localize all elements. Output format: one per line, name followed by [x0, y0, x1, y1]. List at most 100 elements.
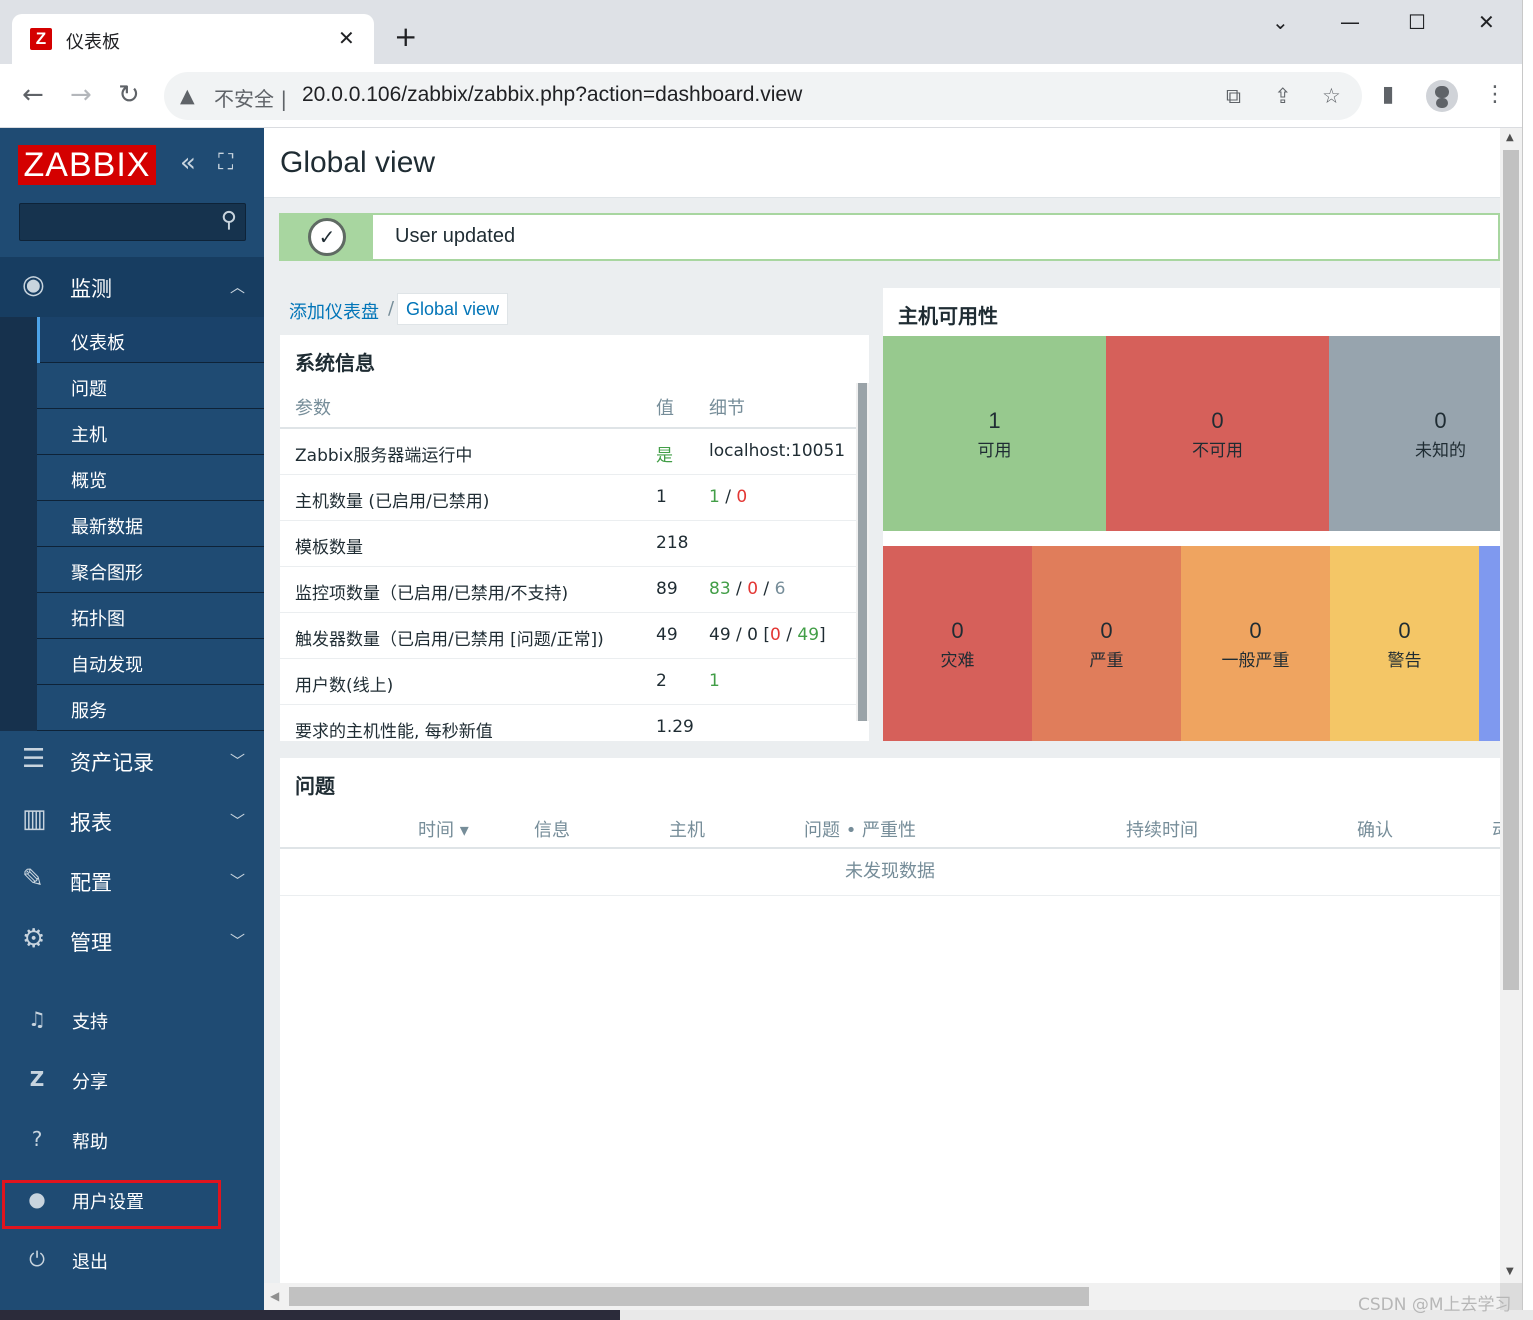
breadcrumb-parent[interactable]: 添加仪表盘	[289, 298, 379, 324]
menu-monitoring[interactable]: ◉ 监测 ︿	[0, 257, 264, 317]
message-text: User updated	[395, 225, 516, 247]
maximize-button[interactable]: ☐	[1408, 10, 1426, 34]
severity-tile[interactable]	[1479, 546, 1500, 741]
column-header-ack: 确认	[1357, 820, 1393, 841]
sidebar-item-problems[interactable]: 问题	[37, 363, 264, 409]
column-header-parameter: 参数	[295, 398, 331, 419]
browser-toolbar: ← → ↻ ▲ 不安全 | 20.0.0.106/zabbix/zabbix.p…	[0, 64, 1522, 128]
tile-count: 0	[1100, 618, 1113, 643]
table-row: 主机数量 (已启用/已禁用) 1 1 / 0	[280, 475, 856, 521]
menu-configuration[interactable]: ✎ 配置 ﹀	[0, 851, 264, 911]
severity-tile[interactable]: 0 严重	[1032, 546, 1181, 741]
csdn-watermark: CSDN @M上去学习	[1358, 1295, 1512, 1315]
sidebar-item-screens[interactable]: 聚合图形	[37, 547, 264, 593]
sidebar-sign-out[interactable]: ⏻ 退出	[0, 1231, 264, 1291]
bookmark-star-icon[interactable]: ☆	[1322, 84, 1341, 108]
url-text[interactable]: 20.0.0.106/zabbix/zabbix.php?action=dash…	[302, 83, 802, 107]
sidebar-item-label: 概览	[71, 471, 107, 492]
chevron-up-icon: ︿	[230, 278, 246, 296]
side-panel-icon[interactable]: ▮	[1382, 82, 1394, 107]
tab-search-icon[interactable]: ⌄	[1272, 10, 1289, 34]
collapse-sidebar-icon[interactable]: «	[180, 148, 196, 178]
availability-tile[interactable]: 1 可用	[883, 336, 1106, 531]
menu-inventory-label: 资产记录	[70, 751, 154, 775]
back-arrow-icon[interactable]: ←	[22, 80, 44, 110]
profile-avatar-icon[interactable]	[1426, 80, 1458, 112]
page-vertical-scrollbar[interactable]: ▲ ▼	[1500, 128, 1522, 1283]
menu-administration[interactable]: ⚙ 管理 ﹀	[0, 911, 264, 971]
sidebar-item-maps[interactable]: 拓扑图	[37, 593, 264, 639]
tile-count: 0	[1211, 408, 1224, 433]
sidebar-item-hosts[interactable]: 主机	[37, 409, 264, 455]
availability-tile[interactable]: 0 不可用	[1106, 336, 1329, 531]
column-header-host[interactable]: 主机	[669, 816, 705, 842]
more-menu-icon[interactable]: ⋮	[1484, 82, 1506, 107]
close-window-button[interactable]: ✕	[1478, 10, 1495, 34]
severity-tile[interactable]: 0 灾难	[883, 546, 1032, 741]
severity-tile[interactable]: 0 一般严重	[1181, 546, 1330, 741]
sidebar: ZABBIX « ⛶ ⚲ ◉ 监测 ︿ 仪表板 问题 主机 概览 最新数据 聚合…	[0, 128, 264, 1310]
sidebar-item-dashboard[interactable]: 仪表板	[37, 317, 264, 363]
page-horizontal-scrollbar[interactable]: ◀	[264, 1283, 1500, 1310]
not-secure-warning-icon[interactable]: ▲	[180, 85, 195, 107]
forward-arrow-icon[interactable]: →	[70, 80, 92, 110]
scroll-down-icon[interactable]: ▼	[1506, 1266, 1514, 1277]
breadcrumb-current[interactable]: Global view	[397, 293, 509, 325]
zabbix-favicon-icon: Z	[30, 28, 52, 50]
browser-titlebar: Z 仪表板 ✕ + ⌄ — ☐ ✕	[0, 0, 1522, 64]
availability-tile[interactable]: 0 未知的	[1329, 336, 1500, 531]
page-header: Global view	[264, 128, 1500, 198]
menu-inventory[interactable]: ☰ 资产记录 ﹀	[0, 731, 264, 791]
row-parameter: 用户数(线上)	[295, 676, 394, 696]
row-parameter: 主机数量 (已启用/已禁用)	[295, 492, 490, 512]
widget-scrollbar-thumb[interactable]	[858, 383, 867, 721]
menu-administration-label: 管理	[70, 931, 112, 955]
address-bar[interactable]: ▲ 不安全 | 20.0.0.106/zabbix/zabbix.php?act…	[164, 72, 1362, 120]
row-detail: 1 / 0	[709, 487, 748, 507]
tab-close-icon[interactable]: ✕	[338, 26, 355, 50]
sidebar-item-services[interactable]: 服务	[37, 685, 264, 731]
background-window-strip	[1522, 0, 1533, 1320]
kiosk-mode-icon[interactable]: ⛶	[218, 150, 233, 175]
row-value: 218	[656, 533, 689, 553]
reload-icon[interactable]: ↻	[118, 80, 140, 110]
browser-tab[interactable]: Z 仪表板 ✕	[12, 14, 374, 64]
widget-title: 主机可用性	[898, 304, 998, 328]
security-label[interactable]: 不安全 |	[214, 83, 287, 112]
sidebar-item-discovery[interactable]: 自动发现	[37, 639, 264, 685]
row-detail: localhost:10051	[709, 441, 846, 461]
sidebar-help[interactable]: ? 帮助	[0, 1111, 264, 1171]
severity-tile[interactable]: 0 警告	[1330, 546, 1479, 741]
sidebar-search-input[interactable]: ⚲	[19, 203, 246, 241]
row-parameter: 模板数量	[295, 538, 363, 558]
share-icon[interactable]: ⇪	[1274, 84, 1292, 108]
sidebar-support[interactable]: ♫ 支持	[0, 991, 264, 1051]
list-icon: ☰	[22, 744, 46, 774]
tile-label: 警告	[1387, 651, 1422, 671]
minimize-button[interactable]: —	[1340, 10, 1360, 34]
power-icon: ⏻	[29, 1247, 45, 1271]
widget-scrollbar[interactable]	[856, 383, 869, 721]
scroll-left-icon[interactable]: ◀	[270, 1289, 279, 1303]
sidebar-sign-out-label: 退出	[72, 1252, 108, 1273]
column-header-problem-severity[interactable]: 问题 • 严重性	[804, 816, 916, 842]
table-row: 触发器数量（已启用/已禁用 [问题/正常]) 49 49 / 0 [0 / 49…	[280, 613, 856, 659]
column-header-info: 信息	[534, 820, 570, 841]
sidebar-item-latest-data[interactable]: 最新数据	[37, 501, 264, 547]
menu-reports[interactable]: ▥ 报表 ﹀	[0, 791, 264, 851]
tile-count: 1	[988, 408, 1001, 433]
vertical-scrollbar-thumb[interactable]	[1503, 150, 1519, 990]
problems-widget: 问题 时间 ▾ 信息 主机 问题 • 严重性 持续时间 确认 动 未发现数据	[280, 758, 1500, 1283]
zabbix-logo[interactable]: ZABBIX	[18, 145, 156, 185]
sidebar-item-label: 拓扑图	[71, 609, 125, 630]
main-content: Global view ✓ User updated 添加仪表盘 / Globa…	[264, 128, 1500, 1283]
new-tab-button[interactable]: +	[394, 22, 417, 52]
column-header-time[interactable]: 时间 ▾	[418, 816, 469, 842]
search-icon[interactable]: ⚲	[221, 208, 237, 233]
scroll-up-icon[interactable]: ▲	[1506, 132, 1514, 143]
translate-icon[interactable]: ⧉	[1226, 84, 1241, 109]
sidebar-share[interactable]: Z 分享	[0, 1051, 264, 1111]
horizontal-scrollbar-thumb[interactable]	[289, 1287, 1089, 1306]
sidebar-item-label: 聚合图形	[71, 563, 143, 584]
sidebar-item-overview[interactable]: 概览	[37, 455, 264, 501]
